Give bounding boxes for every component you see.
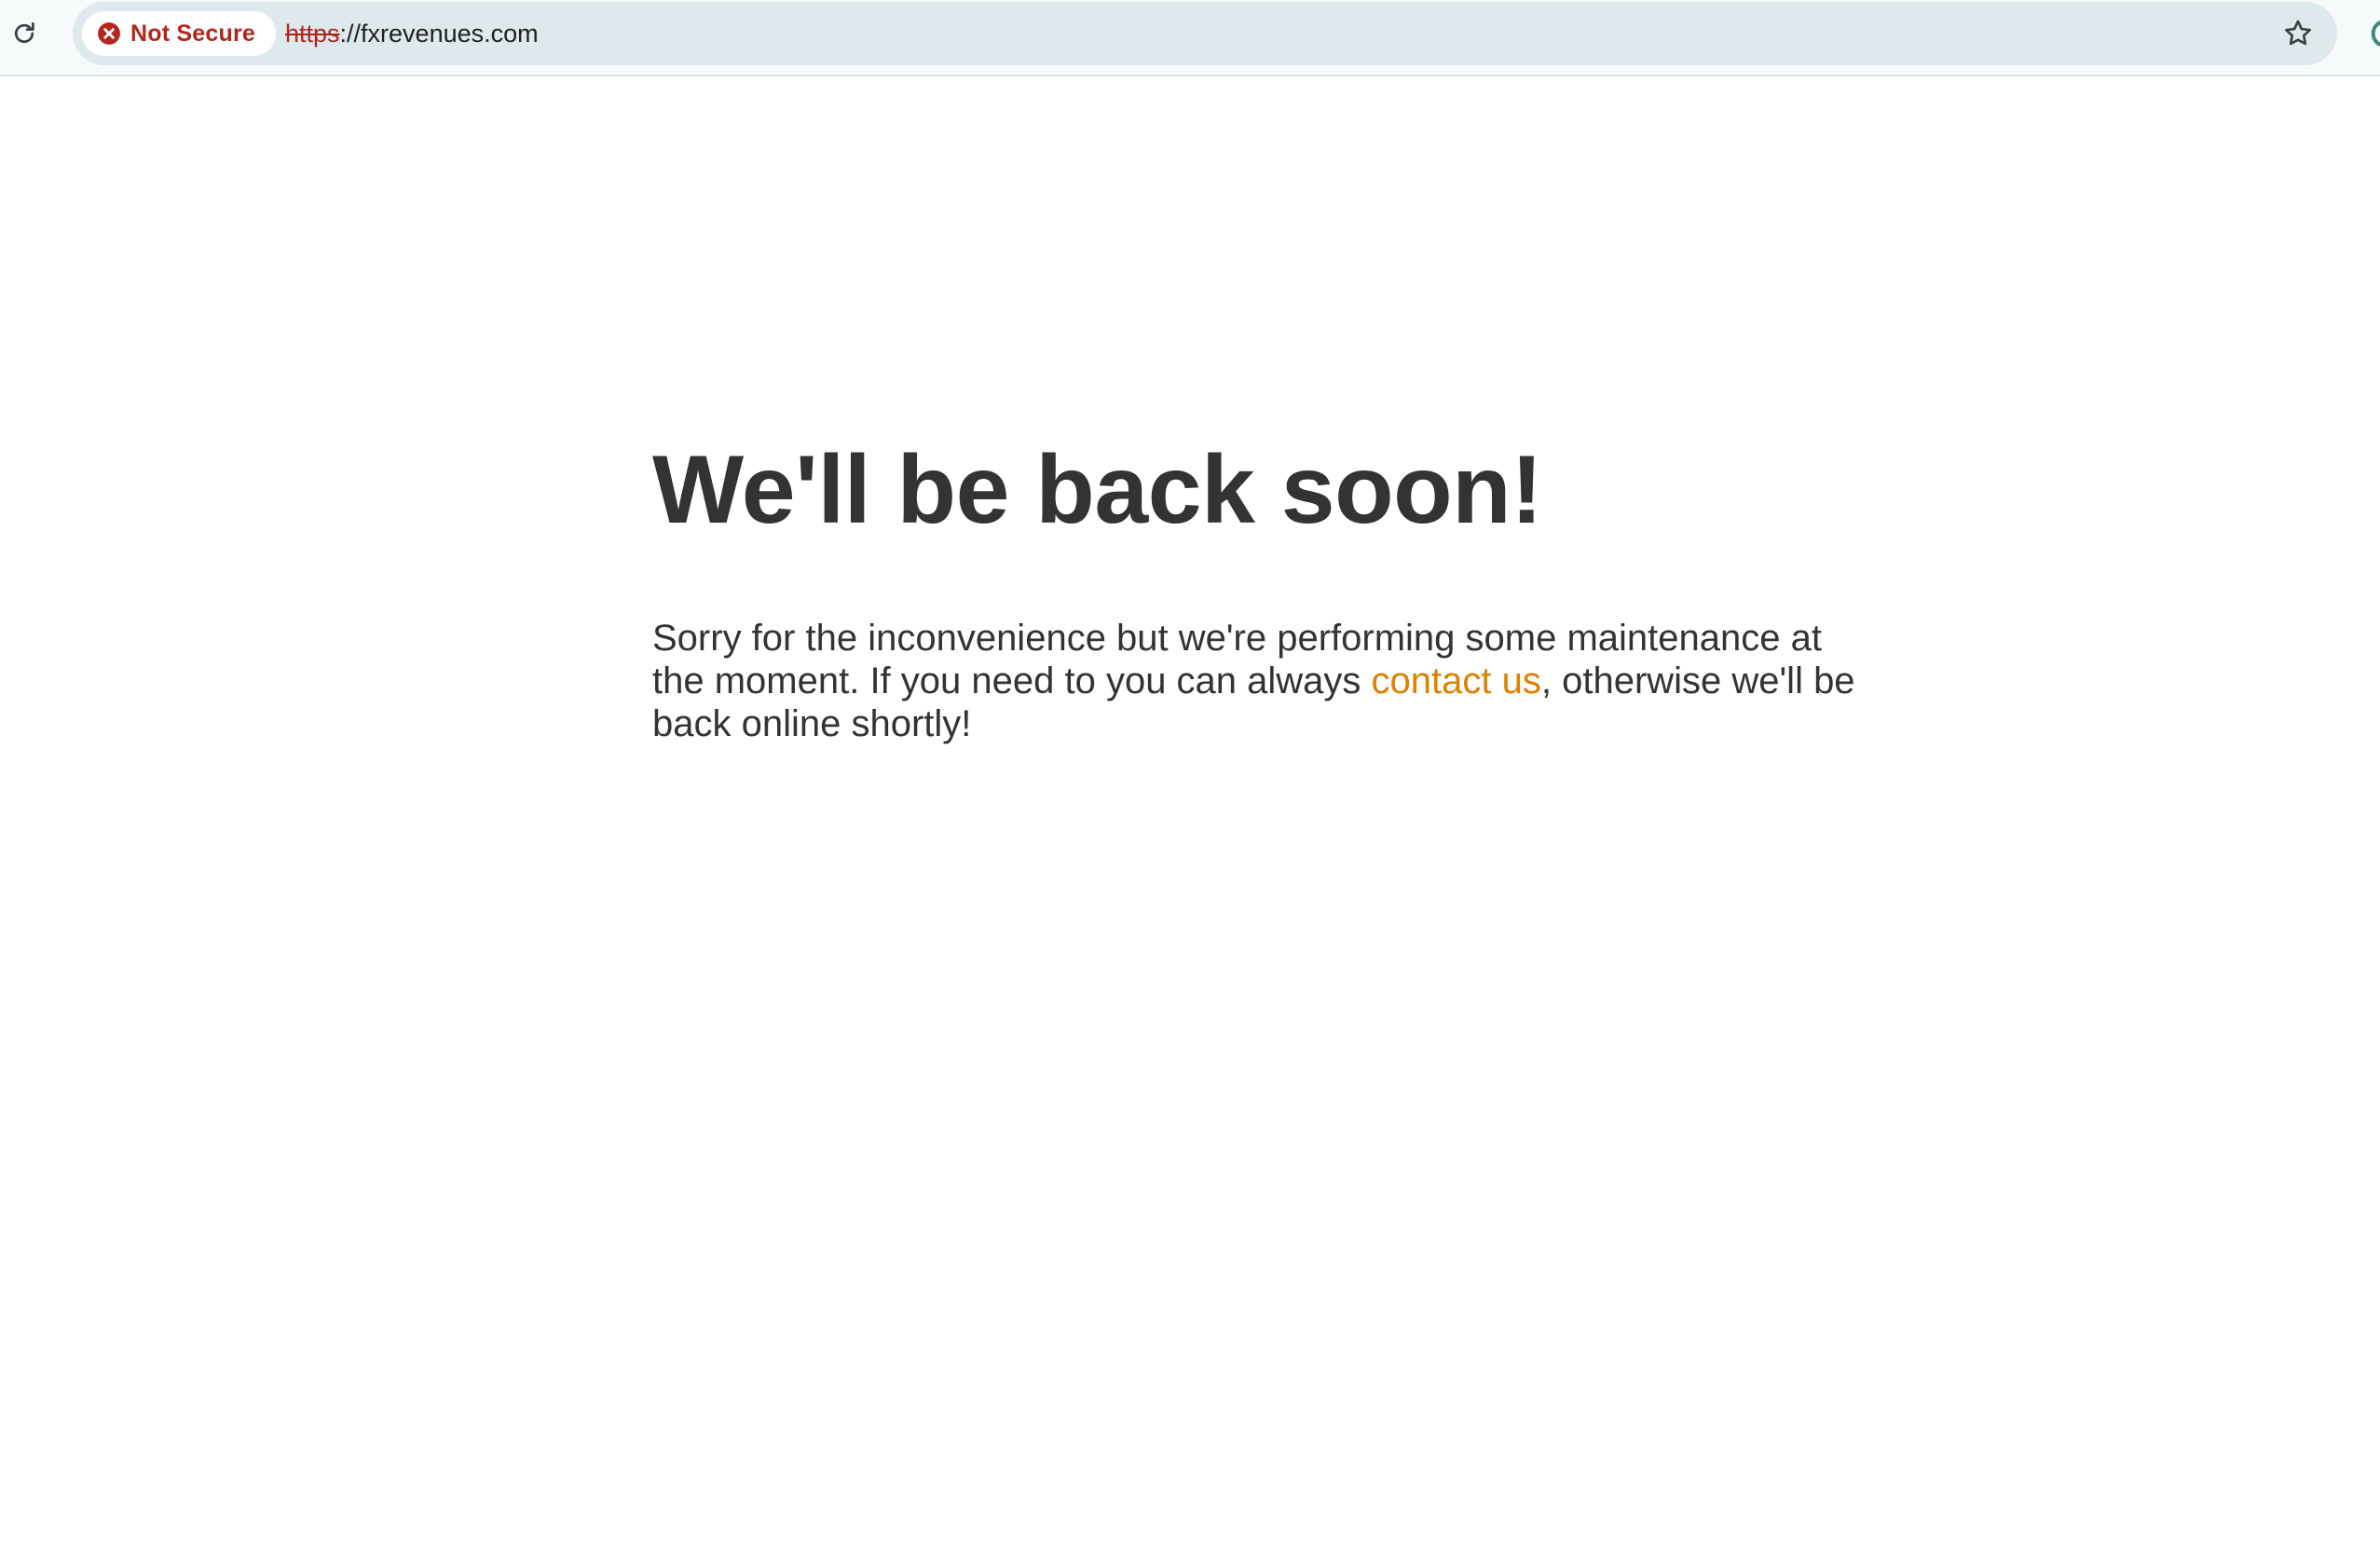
- reload-button[interactable]: [6, 15, 43, 52]
- maintenance-message: Sorry for the inconvenience but we're pe…: [652, 617, 1882, 745]
- maintenance-content: We'll be back soon! Sorry for the inconv…: [652, 430, 1882, 745]
- error-circle-icon: [98, 22, 120, 45]
- star-outline-icon: [2285, 20, 2311, 46]
- extension-icon[interactable]: [2367, 15, 2380, 52]
- browser-toolbar: Not Secure https://fxrevenues.com: [0, 0, 2380, 76]
- url-text[interactable]: https://fxrevenues.com: [285, 2, 539, 65]
- reload-icon: [14, 22, 34, 44]
- contact-us-link[interactable]: contact us: [1372, 660, 1541, 701]
- url-host: ://fxrevenues.com: [339, 19, 539, 48]
- url-scheme: https: [285, 19, 340, 48]
- bookmark-button[interactable]: [2279, 15, 2317, 52]
- security-indicator-chip[interactable]: Not Secure: [82, 11, 276, 56]
- security-label: Not Secure: [130, 20, 255, 47]
- page-heading: We'll be back soon!: [652, 436, 1543, 544]
- address-bar[interactable]: Not Secure https://fxrevenues.com: [73, 2, 2337, 65]
- extension-ring-icon: [2371, 20, 2380, 48]
